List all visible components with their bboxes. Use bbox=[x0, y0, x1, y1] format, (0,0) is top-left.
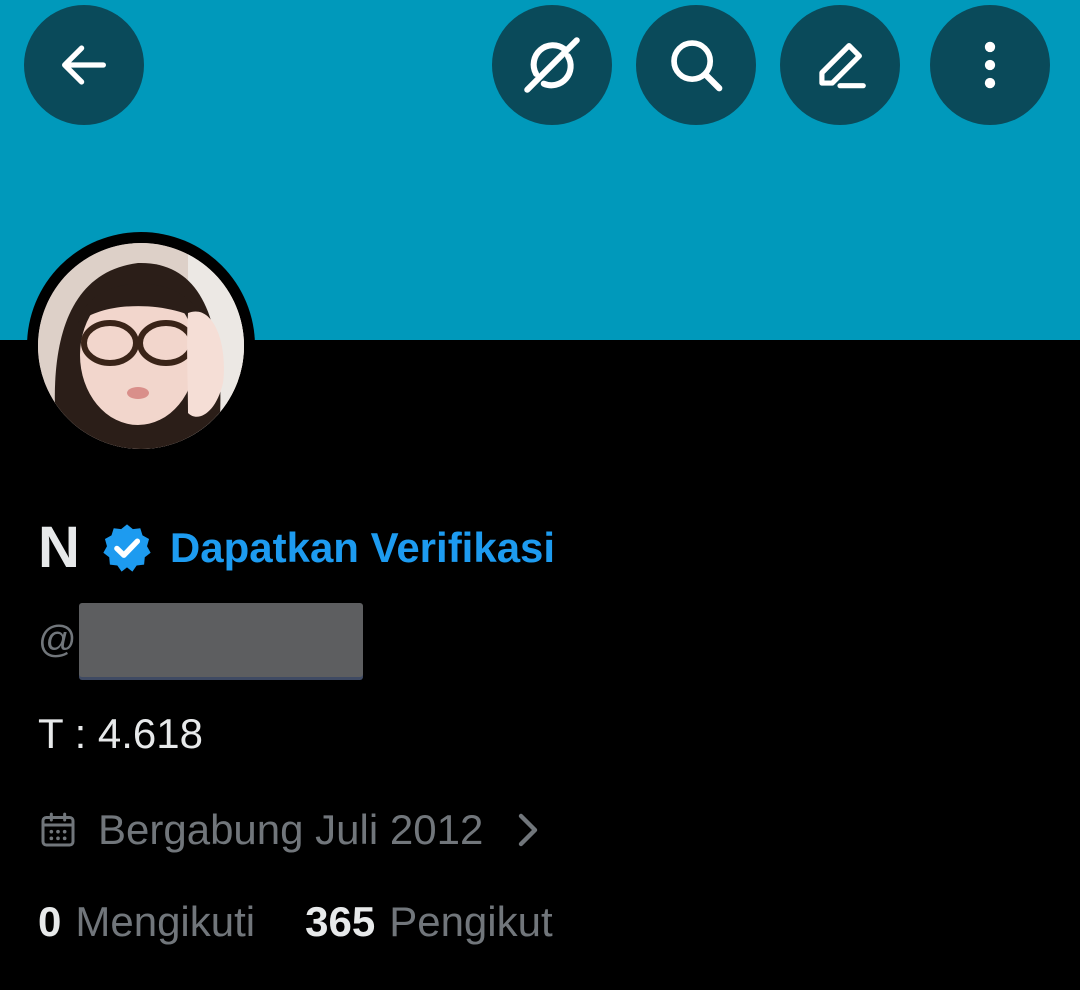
verified-badge-icon bbox=[103, 524, 151, 572]
profile-page: N Dapatkan Verifikasi @ T : 4.618 Bergab… bbox=[0, 0, 1080, 990]
chevron-right-icon bbox=[519, 813, 538, 847]
avatar-photo bbox=[38, 243, 244, 449]
joined-date-row[interactable]: Bergabung Juli 2012 bbox=[38, 800, 541, 860]
handle-redaction-block bbox=[78, 603, 363, 677]
handle-prefix: @ bbox=[38, 618, 77, 661]
search-button[interactable] bbox=[636, 5, 756, 125]
follow-stats-row: 0 Mengikuti 365 Pengikut bbox=[38, 892, 553, 952]
more-vertical-icon bbox=[984, 41, 996, 89]
followers-count: 365 bbox=[305, 898, 376, 945]
profile-bio: T : 4.618 bbox=[38, 710, 204, 757]
back-arrow-icon bbox=[62, 45, 106, 85]
display-name: N bbox=[38, 515, 80, 580]
following-link[interactable]: 0 Mengikuti bbox=[38, 898, 255, 946]
followers-link[interactable]: 365 Pengikut bbox=[305, 898, 553, 946]
followers-label: Pengikut bbox=[389, 898, 553, 945]
search-icon bbox=[671, 40, 723, 92]
calendar-icon bbox=[41, 812, 75, 847]
handle-row: @ bbox=[38, 602, 363, 678]
name-row: N Dapatkan Verifikasi bbox=[38, 510, 555, 586]
grok-button[interactable] bbox=[492, 5, 612, 125]
edit-profile-button[interactable] bbox=[780, 5, 900, 125]
following-label: Mengikuti bbox=[75, 898, 256, 945]
edit-pencil-icon bbox=[819, 43, 866, 89]
avatar[interactable] bbox=[38, 243, 244, 449]
more-options-button[interactable] bbox=[930, 5, 1050, 125]
get-verified-link[interactable]: Dapatkan Verifikasi bbox=[170, 524, 555, 572]
following-count: 0 bbox=[38, 898, 62, 945]
back-button[interactable] bbox=[24, 5, 144, 125]
joined-date-text: Bergabung Juli 2012 bbox=[98, 806, 484, 853]
grok-icon bbox=[524, 37, 580, 93]
avatar-frame bbox=[27, 232, 255, 460]
